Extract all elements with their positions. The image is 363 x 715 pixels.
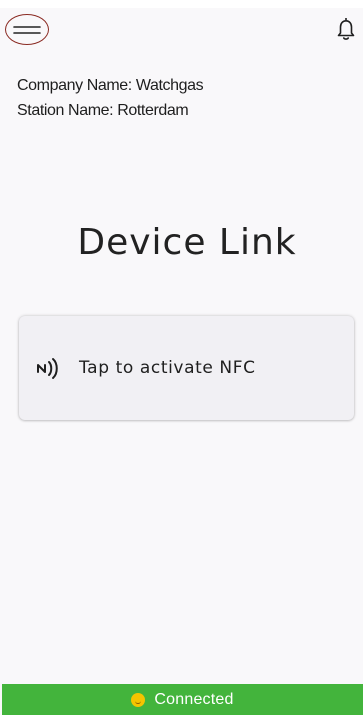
smiley-icon [131, 692, 146, 707]
page-title: Device Link [77, 222, 297, 263]
nfc-icon [35, 355, 65, 381]
connection-status-bar: Connected [2, 684, 363, 715]
app-screen: Company Name: Watchgas Station Name: Rot… [0, 0, 363, 715]
nfc-label: Tap to activate NFC [79, 358, 256, 378]
company-name: Company Name: Watchgas [17, 77, 204, 94]
status-strip [0, 0, 363, 8]
station-info: Company Name: Watchgas Station Name: Rot… [17, 73, 204, 123]
notification-button[interactable] [336, 16, 356, 42]
station-name: Station Name: Rotterdam [17, 102, 189, 119]
hamburger-menu-icon [13, 25, 41, 34]
bell-icon [337, 18, 355, 40]
connection-status-text: Connected [154, 690, 234, 708]
nfc-activate-card[interactable]: Tap to activate NFC [19, 316, 354, 420]
menu-button[interactable] [5, 14, 49, 45]
